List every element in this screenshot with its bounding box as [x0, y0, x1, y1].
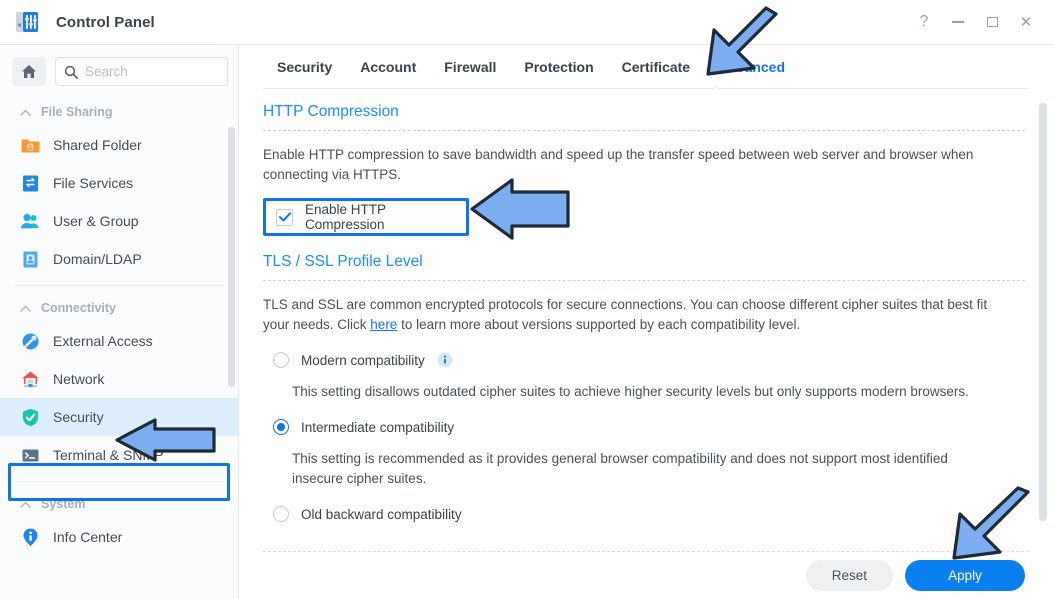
tls-ssl-title: TLS / SSL Profile Level	[263, 253, 423, 270]
chevron-up-icon	[20, 109, 31, 116]
sidebar-item-label: User & Group	[53, 213, 139, 229]
terminal-snmp-icon	[20, 445, 41, 466]
tls-ssl-description: TLS and SSL are common encrypted protoco…	[263, 281, 1008, 335]
sidebar-section-connectivity[interactable]: Connectivity	[0, 292, 238, 322]
sidebar-divider	[14, 285, 224, 286]
domain-ldap-icon	[20, 249, 41, 270]
http-compression-description: Enable HTTP compression to save bandwidt…	[263, 147, 974, 182]
sidebar-scrollbar[interactable]	[228, 127, 235, 387]
learn-more-link[interactable]: here	[370, 317, 397, 332]
search-placeholder: Search	[85, 64, 128, 79]
sidebar-item-user-group[interactable]: User & Group	[0, 202, 238, 240]
info-icon[interactable]	[437, 352, 453, 368]
http-compression-title: HTTP Compression	[263, 103, 399, 120]
home-button[interactable]	[12, 57, 46, 86]
sidebar-item-domain-ldap[interactable]: Domain/LDAP	[0, 240, 238, 278]
security-shield-icon	[20, 407, 41, 428]
chevron-up-icon	[20, 305, 31, 312]
sidebar-item-label: Security	[53, 409, 104, 425]
tab-account[interactable]: Account	[346, 45, 430, 89]
sidebar-item-external-access[interactable]: External Access	[0, 322, 238, 360]
enable-http-compression-row: Enable HTTP Compression	[263, 198, 469, 236]
window-controls: ? ✕	[907, 7, 1043, 37]
radio-button	[273, 419, 289, 435]
sidebar-item-label: External Access	[53, 333, 153, 349]
sidebar-toolbar: Search	[0, 45, 238, 96]
sidebar-item-label: Terminal & SNMP	[53, 447, 164, 463]
help-button[interactable]: ?	[907, 7, 941, 37]
tab-certificate[interactable]: Certificate	[608, 45, 704, 89]
minimize-button[interactable]	[941, 7, 975, 37]
search-icon	[64, 65, 78, 79]
settings-scroll-area: HTTP Compression Enable HTTP compression…	[239, 89, 1053, 551]
reset-button[interactable]: Reset	[805, 559, 893, 591]
close-button[interactable]: ✕	[1009, 7, 1043, 37]
chevron-up-icon	[20, 501, 31, 508]
content-scrollbar[interactable]	[1039, 103, 1047, 521]
control-panel-icon	[14, 9, 40, 35]
apply-button[interactable]: Apply	[905, 559, 1025, 591]
file-services-icon	[20, 173, 41, 194]
radio-button	[273, 506, 289, 522]
sidebar-item-terminal-snmp[interactable]: Terminal & SNMP	[0, 436, 238, 474]
sidebar-section-label: File Sharing	[41, 105, 113, 119]
shared-folder-icon	[20, 135, 41, 156]
radio-label: Intermediate compatibility	[301, 419, 455, 435]
sidebar-section-label: Connectivity	[41, 301, 117, 315]
sidebar-item-label: Shared Folder	[53, 137, 142, 153]
title-bar: Control Panel ? ✕	[0, 0, 1053, 45]
sidebar-item-label: File Services	[53, 175, 134, 191]
sidebar: Search File Sharing Shared Folder File S…	[0, 45, 239, 599]
sidebar-item-info-center[interactable]: Info Center	[0, 518, 238, 556]
modern-compatibility-description: This setting disallows outdated cipher s…	[292, 384, 969, 399]
window-title: Control Panel	[56, 13, 155, 31]
sidebar-item-label: Network	[53, 371, 105, 387]
tls-description-part2: to learn more about versions supported b…	[397, 317, 801, 332]
checkmark-icon	[278, 212, 291, 222]
user-group-icon	[20, 211, 41, 232]
radio-intermediate-compatibility[interactable]: Intermediate compatibility	[263, 419, 1025, 435]
sidebar-item-security[interactable]: Security	[0, 398, 238, 436]
intermediate-compatibility-description: This setting is recommended as it provid…	[292, 451, 948, 486]
tab-security[interactable]: Security	[263, 45, 346, 89]
sidebar-section-label: System	[41, 497, 86, 511]
sidebar-item-shared-folder[interactable]: Shared Folder	[0, 126, 238, 164]
content-area: Security Account Firewall Protection Cer…	[239, 45, 1053, 599]
sidebar-divider	[14, 481, 224, 482]
radio-modern-compatibility[interactable]: Modern compatibility	[263, 352, 1025, 368]
sidebar-item-network[interactable]: Network	[0, 360, 238, 398]
radio-button	[273, 352, 289, 368]
sidebar-item-label: Domain/LDAP	[53, 251, 142, 267]
radio-label: Modern compatibility	[301, 352, 425, 368]
window-body: Search File Sharing Shared Folder File S…	[0, 45, 1053, 599]
checkbox-label: Enable HTTP Compression	[305, 202, 386, 232]
radio-label: Old backward compatibility	[301, 506, 462, 522]
control-panel-window: Control Panel ? ✕ Search File Sharing Sh…	[0, 0, 1053, 599]
search-input[interactable]: Search	[55, 57, 228, 86]
home-icon	[22, 65, 36, 78]
maximize-button[interactable]	[975, 7, 1009, 37]
enable-http-compression-checkbox[interactable]: Enable HTTP Compression	[263, 198, 469, 236]
sidebar-section-file-sharing[interactable]: File Sharing	[0, 96, 238, 126]
sidebar-item-label: Info Center	[53, 529, 123, 545]
sidebar-section-system[interactable]: System	[0, 488, 238, 518]
info-center-icon	[20, 527, 41, 548]
radio-old-backward-compatibility[interactable]: Old backward compatibility	[263, 506, 1025, 522]
tab-firewall[interactable]: Firewall	[430, 45, 510, 89]
footer-bar: Reset Apply	[239, 551, 1053, 599]
external-access-icon	[20, 331, 41, 352]
network-icon	[20, 369, 41, 390]
checkbox-box	[276, 208, 293, 226]
tab-bar: Security Account Firewall Protection Cer…	[239, 45, 1053, 90]
sidebar-item-file-services[interactable]: File Services	[0, 164, 238, 202]
tab-protection[interactable]: Protection	[510, 45, 607, 89]
footer-divider	[263, 551, 1029, 552]
